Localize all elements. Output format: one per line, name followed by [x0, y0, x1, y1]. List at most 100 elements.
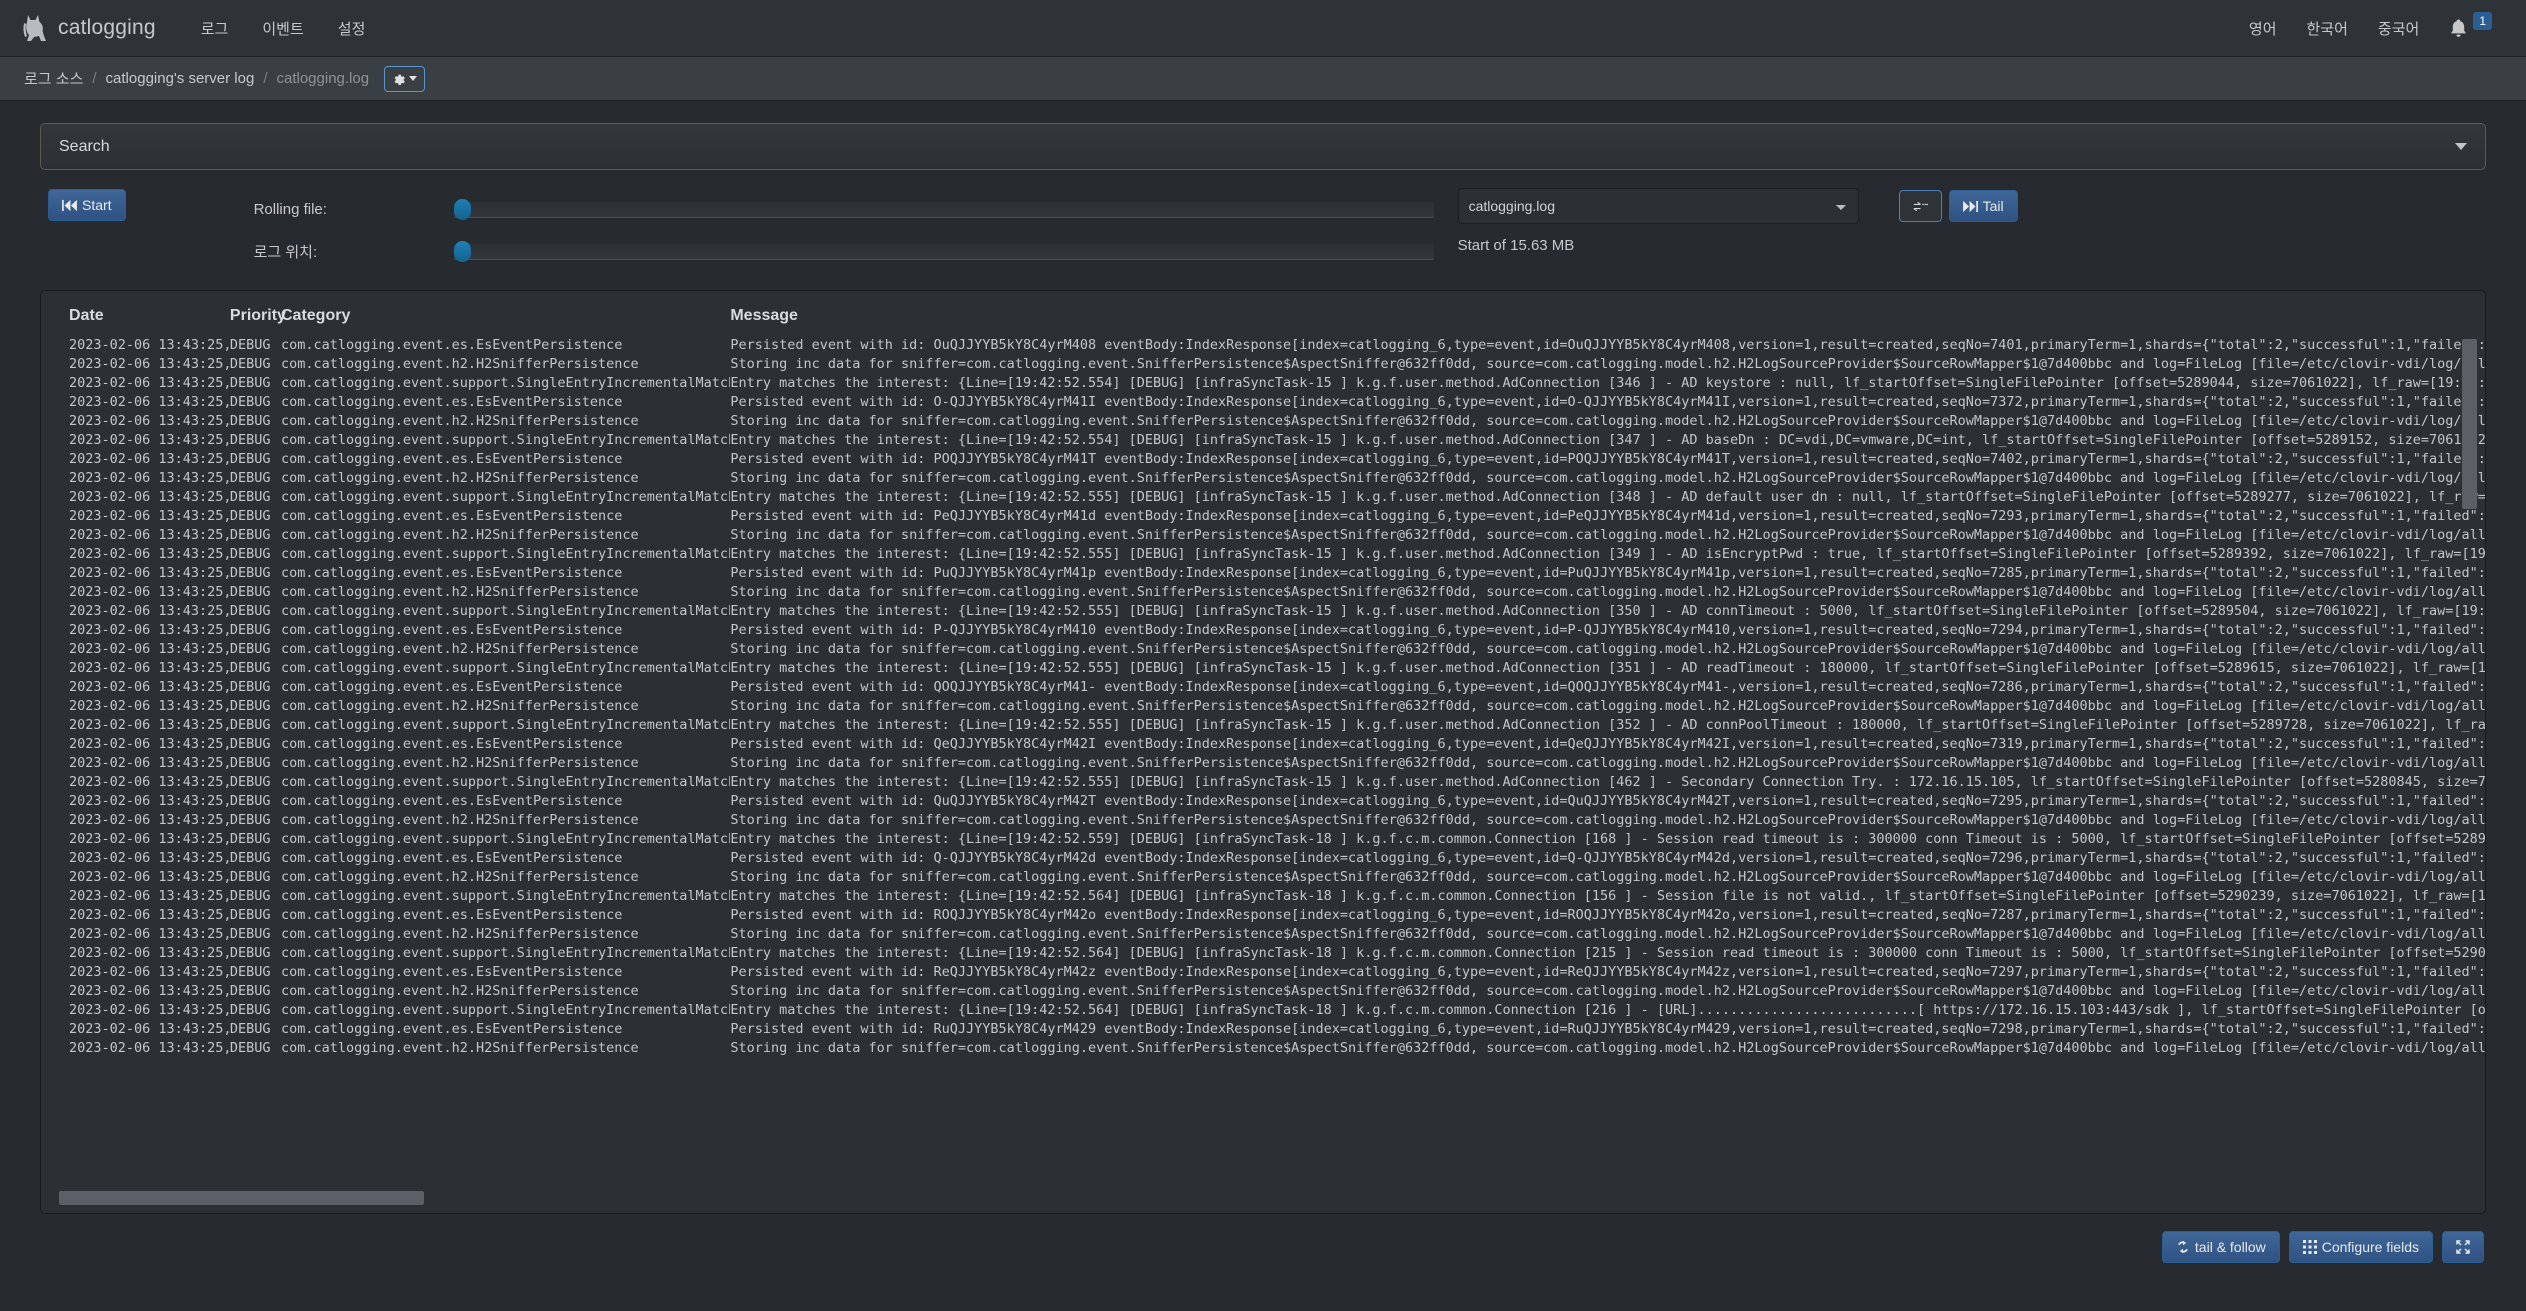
log-row[interactable]: 2023-02-06 13:43:25,448DEBUG com.catloggi… [41, 697, 2485, 716]
configure-fields-button[interactable]: Configure fields [2288, 1231, 2433, 1263]
log-row[interactable]: 2023-02-06 13:43:25,437DEBUG com.catloggi… [41, 621, 2485, 640]
log-row-message: Persisted event with id: Q-QJJYYB5kY8C4y… [730, 850, 2485, 866]
column-header-priority[interactable]: Priority [230, 307, 286, 336]
breadcrumb: 로그 소스 / catlogging's server log / catlog… [24, 65, 426, 92]
log-row[interactable]: 2023-02-06 13:43:25,437DEBUG com.catloggi… [41, 640, 2485, 659]
log-row[interactable]: 2023-02-06 13:43:25,458DEBUG com.catloggi… [41, 735, 2485, 754]
log-row[interactable]: 2023-02-06 13:43:25,416DEBUG com.catloggi… [41, 507, 2485, 526]
log-row[interactable]: 2023-02-06 13:43:25,500DEBUG com.catloggi… [41, 982, 2485, 1001]
fullscreen-button[interactable] [2442, 1231, 2484, 1263]
log-row[interactable]: 2023-02-06 13:43:25,490DEBUG com.catloggi… [41, 944, 2485, 963]
breadcrumb-source[interactable]: catlogging's server log [106, 70, 255, 87]
log-row-category: com.catlogging.event.support.SingleEntry… [280, 1002, 731, 1018]
log-row[interactable]: 2023-02-06 13:43:25,448DEBUG com.catloggi… [41, 678, 2485, 697]
swap-mode-button[interactable] [1898, 190, 1942, 222]
log-row-priority: DEBUG [229, 641, 271, 657]
start-button[interactable]: Start [48, 189, 126, 221]
column-header-category[interactable]: Category [281, 307, 730, 336]
log-row[interactable]: 2023-02-06 13:43:25,416DEBUG com.catloggi… [41, 526, 2485, 545]
log-row-priority: DEBUG [229, 508, 271, 524]
log-horizontal-scrollbar[interactable] [59, 1191, 2455, 1205]
log-row[interactable]: 2023-02-06 13:43:25,468DEBUG com.catloggi… [41, 792, 2485, 811]
log-row-date: 2023-02-06 13:43:25,490 [69, 907, 230, 923]
log-row-message: Persisted event with id: QuQJJYYB5kY8C4y… [730, 793, 2485, 809]
search-panel-toggle[interactable]: Search [40, 123, 2486, 170]
breadcrumb-bar: 로그 소스 / catlogging's server log / catlog… [0, 57, 2526, 101]
log-row-date: 2023-02-06 13:43:25,394 [69, 432, 230, 448]
log-row-date: 2023-02-06 13:43:25,448 [69, 679, 230, 695]
column-header-date[interactable]: Date [41, 307, 230, 336]
log-row-message: Persisted event with id: P-QJJYYB5kY8C4y… [730, 622, 2485, 638]
log-row[interactable]: 2023-02-06 13:43:25,501DEBUG com.catloggi… [41, 1001, 2485, 1020]
log-row[interactable]: 2023-02-06 13:43:25,479DEBUG com.catloggi… [41, 849, 2485, 868]
log-row-date: 2023-02-06 13:43:25,500 [69, 964, 230, 980]
lang-link-chinese[interactable]: 중국어 [2363, 0, 2434, 57]
log-row-category: com.catlogging.event.es.EsEventPersisten… [280, 736, 623, 752]
log-row[interactable]: 2023-02-06 13:43:25,416DEBUG com.catloggi… [41, 545, 2485, 564]
log-row[interactable]: 2023-02-06 13:43:25,458DEBUG com.catloggi… [41, 773, 2485, 792]
lang-link-english[interactable]: 영어 [2234, 0, 2292, 57]
log-row[interactable]: 2023-02-06 13:43:25,490DEBUG com.catloggi… [41, 906, 2485, 925]
log-row[interactable]: 2023-02-06 13:43:25,384DEBUG com.catloggi… [41, 374, 2485, 393]
log-row[interactable]: 2023-02-06 13:43:25,427DEBUG com.catloggi… [41, 564, 2485, 583]
breadcrumb-root[interactable]: 로그 소스 [24, 68, 83, 89]
log-table-scroll-area[interactable]: Date Priority Category Message 2023-02-0… [41, 291, 2485, 1213]
log-position-slider-handle[interactable] [453, 240, 471, 262]
settings-dropdown-button[interactable] [384, 65, 426, 92]
rolling-file-slider-handle[interactable] [453, 198, 471, 220]
log-row[interactable]: 2023-02-06 13:43:25,427DEBUG com.catloggi… [41, 602, 2485, 621]
log-row-message: Persisted event with id: PeQJJYYB5kY8C4y… [730, 508, 2485, 524]
log-row[interactable]: 2023-02-06 13:43:25,500DEBUG com.catloggi… [41, 963, 2485, 982]
log-row[interactable]: 2023-02-06 13:43:25,490DEBUG com.catloggi… [41, 925, 2485, 944]
log-row[interactable]: 2023-02-06 13:43:25,458DEBUG com.catloggi… [41, 754, 2485, 773]
log-row-message: Storing inc data for sniffer=com.catlogg… [730, 356, 2485, 372]
log-row[interactable]: 2023-02-06 13:43:25,394DEBUG com.catloggi… [41, 412, 2485, 431]
log-row-priority: DEBUG [229, 1021, 271, 1037]
gear-icon [392, 72, 405, 85]
log-position-slider[interactable] [453, 240, 1434, 262]
log-row[interactable]: 2023-02-06 13:43:25,438DEBUG com.catloggi… [41, 659, 2485, 678]
tail-button[interactable]: Tail [1948, 190, 2018, 222]
log-row[interactable]: 2023-02-06 13:43:25,480DEBUG com.catloggi… [41, 887, 2485, 906]
nav-link-settings[interactable]: 설정 [321, 0, 383, 57]
log-row-message: Persisted event with id: ROQJJYYB5kY8C4y… [730, 907, 2485, 923]
log-horizontal-scrollbar-thumb[interactable] [59, 1191, 424, 1205]
log-file-select[interactable]: catlogging.log [1457, 188, 1859, 224]
log-row-category: com.catlogging.event.es.EsEventPersisten… [280, 1021, 623, 1037]
log-row-category: com.catlogging.event.h2.H2SnifferPersist… [280, 869, 639, 885]
log-row-priority: DEBUG [229, 337, 271, 353]
log-row-priority: DEBUG [229, 964, 271, 980]
tail-and-follow-button[interactable]: tail & follow [2161, 1231, 2280, 1263]
log-row[interactable]: 2023-02-06 13:43:25,394DEBUG com.catloggi… [41, 431, 2485, 450]
log-row[interactable]: 2023-02-06 13:43:25,469DEBUG com.catloggi… [41, 811, 2485, 830]
log-row[interactable]: 2023-02-06 13:43:25,511DEBUG com.catloggi… [41, 1039, 2485, 1058]
log-row-category: com.catlogging.event.es.EsEventPersisten… [280, 565, 623, 581]
log-row[interactable]: 2023-02-06 13:43:25,405DEBUG com.catloggi… [41, 488, 2485, 507]
rolling-file-slider[interactable] [453, 198, 1434, 220]
column-header-message[interactable]: Message [730, 307, 2485, 336]
log-row-category: com.catlogging.event.support.SingleEntry… [280, 831, 731, 847]
lang-link-korean[interactable]: 한국어 [2292, 0, 2363, 57]
log-vertical-scrollbar-thumb[interactable] [2462, 339, 2477, 509]
nav-link-logs[interactable]: 로그 [184, 0, 246, 57]
log-row[interactable]: 2023-02-06 13:43:25,405DEBUG com.catloggi… [41, 450, 2485, 469]
log-row[interactable]: 2023-02-06 13:43:25,383DEBUG com.catloggi… [41, 355, 2485, 374]
breadcrumb-separator-2: / [263, 70, 268, 87]
log-row[interactable]: 2023-02-06 13:43:25,394DEBUG com.catloggi… [41, 393, 2485, 412]
log-row[interactable]: 2023-02-06 13:43:25,382DEBUG com.catloggi… [41, 336, 2485, 355]
log-row-date: 2023-02-06 13:43:25,468 [69, 793, 230, 809]
nav-link-events[interactable]: 이벤트 [245, 0, 320, 57]
brand-link[interactable]: catlogging [22, 13, 156, 43]
log-row[interactable]: 2023-02-06 13:43:25,448DEBUG com.catloggi… [41, 716, 2485, 735]
log-vertical-scrollbar[interactable] [2462, 339, 2477, 1199]
log-row-date: 2023-02-06 13:43:25,405 [69, 489, 230, 505]
log-row-date: 2023-02-06 13:43:25,437 [69, 622, 230, 638]
expand-icon [2456, 1240, 2470, 1254]
log-row[interactable]: 2023-02-06 13:43:25,469DEBUG com.catloggi… [41, 830, 2485, 849]
notifications-button[interactable]: 1 [2434, 12, 2504, 38]
log-row[interactable]: 2023-02-06 13:43:25,511DEBUG com.catloggi… [41, 1020, 2485, 1039]
log-row-category: com.catlogging.event.support.SingleEntry… [280, 774, 731, 790]
log-row[interactable]: 2023-02-06 13:43:25,479DEBUG com.catloggi… [41, 868, 2485, 887]
log-row[interactable]: 2023-02-06 13:43:25,427DEBUG com.catloggi… [41, 583, 2485, 602]
log-row[interactable]: 2023-02-06 13:43:25,405DEBUG com.catloggi… [41, 469, 2485, 488]
